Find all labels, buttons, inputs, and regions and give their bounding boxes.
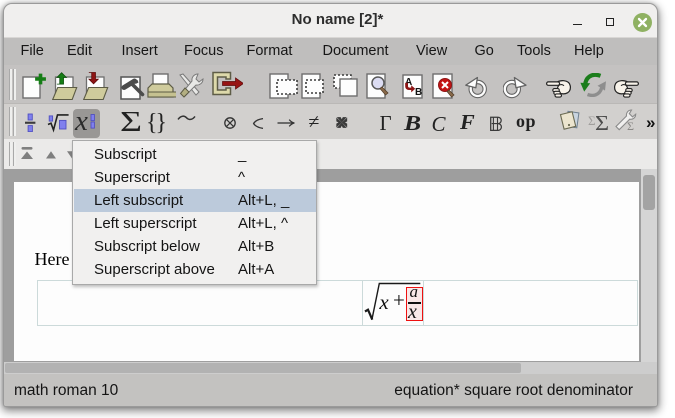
- svg-text:B: B: [415, 87, 422, 98]
- svg-text:Σ: Σ: [627, 119, 634, 132]
